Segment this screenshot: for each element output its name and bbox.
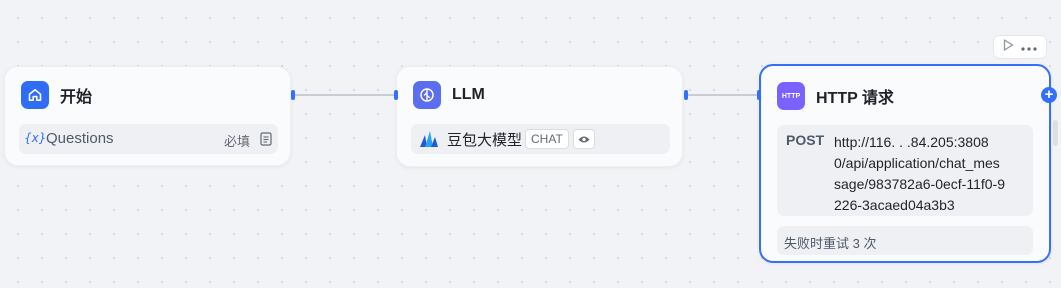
add-node-icon[interactable]: + xyxy=(1041,87,1057,103)
more-icon[interactable] xyxy=(1021,38,1037,56)
llm-node-title: LLM xyxy=(452,86,485,103)
model-name: 豆包大模型 xyxy=(447,131,523,149)
llm-input-handle[interactable] xyxy=(394,90,398,100)
param-row[interactable]: {x} Questions 必填 xyxy=(19,124,278,154)
run-icon[interactable] xyxy=(1003,38,1014,56)
http-input-handle[interactable] xyxy=(757,90,761,100)
start-node[interactable]: 开始 {x} Questions 必填 xyxy=(4,66,291,166)
http-node-title: HTTP 请求 xyxy=(816,90,894,107)
required-label: 必填 xyxy=(224,134,251,149)
http-icon: HTTP xyxy=(777,82,805,110)
url-line: 226-3acaed04a3b3 xyxy=(834,197,955,213)
request-url: http://116. . .84.205:3808 0/api/applica… xyxy=(834,132,1030,216)
llm-output-handle[interactable] xyxy=(684,90,688,100)
home-icon xyxy=(21,81,49,109)
retry-label: 失败时重试 3 次 xyxy=(784,236,877,251)
document-icon[interactable] xyxy=(260,132,272,151)
node-toolbar xyxy=(993,35,1047,59)
doubao-logo-icon xyxy=(419,129,439,149)
request-box[interactable]: POST http://116. . .84.205:3808 0/api/ap… xyxy=(777,125,1033,216)
edge-start-llm xyxy=(293,94,396,96)
model-row[interactable]: 豆包大模型 CHAT xyxy=(411,124,670,154)
http-node[interactable]: HTTP HTTP 请求 POST http://116. . .84.205:… xyxy=(759,64,1051,263)
model-type-tag: CHAT xyxy=(525,129,569,149)
start-output-handle[interactable] xyxy=(291,90,295,100)
edge-llm-http xyxy=(686,94,760,96)
url-line: http://116. . .84.205:3808 xyxy=(834,134,989,150)
canvas-scrollbar[interactable] xyxy=(1053,120,1058,146)
retry-box[interactable]: 失败时重试 3 次 xyxy=(777,226,1033,255)
url-line: sage/983782a6-0ecf-11f0-9 xyxy=(834,176,1005,192)
variable-icon: {x} xyxy=(24,131,47,145)
eye-icon[interactable] xyxy=(572,129,595,149)
http-icon-text: HTTP xyxy=(781,92,801,100)
start-node-title: 开始 xyxy=(60,89,93,106)
param-name: Questions xyxy=(46,130,114,147)
llm-icon xyxy=(413,81,441,109)
llm-node[interactable]: LLM 豆包大模型 CHAT xyxy=(396,66,683,167)
http-method: POST xyxy=(786,132,825,148)
url-line: 0/api/application/chat_mes xyxy=(834,155,1000,171)
